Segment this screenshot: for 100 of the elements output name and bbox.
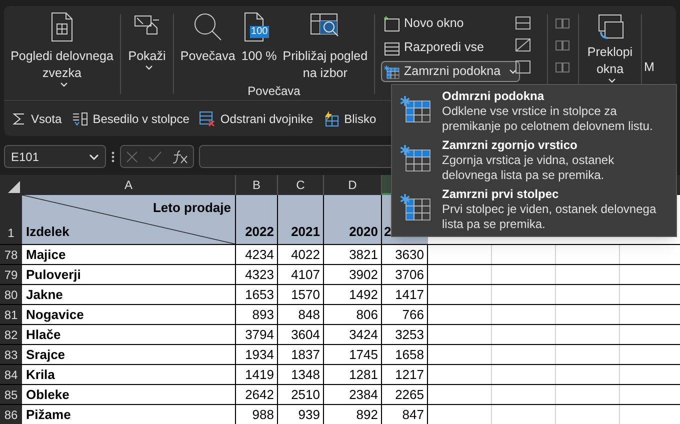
window-button[interactable]: Novo okno	[381, 13, 467, 34]
row-header[interactable]: 1	[0, 195, 22, 244]
table-cell: 1217	[382, 365, 428, 384]
product-cell: Majice	[22, 245, 236, 264]
row-header[interactable]: 82	[0, 325, 22, 344]
product-cell: Obleke	[22, 385, 236, 404]
split-columns-icon	[72, 112, 88, 126]
check-icon[interactable]	[148, 150, 162, 162]
product-cell: Srajce	[22, 345, 236, 364]
row-header[interactable]: 83	[0, 345, 22, 364]
table-cell: 1934	[236, 345, 278, 364]
zoom-button[interactable]: Povečava	[180, 12, 236, 82]
side-by-side-icon	[555, 60, 571, 74]
menu-item[interactable]: Zamrzni zgornjo vrstico Zgornja vrstica je vidna, ostanek delovnega lista pa se premika.	[392, 136, 676, 185]
table-cell: 806	[324, 305, 382, 324]
product-cell: Nogavice	[22, 305, 236, 324]
table-cell: 3794	[236, 325, 278, 344]
table-cell: 1658	[382, 345, 428, 364]
product-cell: Jakne	[22, 285, 236, 304]
quick-action-button[interactable]: Besedilo v stolpce	[72, 110, 190, 128]
new-window-icon	[384, 16, 400, 32]
menu-item-description: Prvi stolpec je viden, ostanek delovnega lista pa se premika.	[442, 202, 658, 232]
zoom-button[interactable]: 100 100 %	[241, 12, 277, 82]
table-cell: 4234	[236, 245, 278, 264]
row-header[interactable]: 85	[0, 385, 22, 404]
table-cell: 3902	[324, 265, 382, 284]
table-cell: 988	[236, 405, 278, 424]
table-cell: 1837	[278, 345, 324, 364]
table-cell: 2510	[278, 385, 324, 404]
workbook-views-button[interactable]: Pogledi delovnega zvezka	[4, 8, 120, 100]
quick-action-button[interactable]: Vsota	[12, 110, 62, 128]
magnifier-icon	[192, 12, 223, 42]
menu-item-title: Zamrzni zgornjo vrstico	[442, 138, 578, 153]
table-cell: 1745	[324, 345, 382, 364]
arrange-icon	[384, 40, 400, 56]
table-cell: 847	[382, 405, 428, 424]
table-cell: 1653	[236, 285, 278, 304]
table-cell: 1348	[278, 365, 324, 384]
menu-item-description: Odklene vse vrstice in stolpce za premikanje po celotnem delovnem listu.	[442, 104, 654, 134]
table-cell: 4022	[278, 245, 324, 264]
window-option-icon	[515, 38, 531, 52]
show-button[interactable]: Pokaži	[121, 8, 173, 100]
table-cell: 892	[324, 405, 382, 424]
menu-item-title: Zamrzni prvi stolpec	[442, 187, 560, 202]
year-cell: 2020	[324, 195, 382, 244]
row-header[interactable]: 81	[0, 305, 22, 324]
quick-action-button[interactable]: Blisko	[323, 110, 376, 128]
table-cell: 2642	[236, 385, 278, 404]
table-cell: 3821	[324, 245, 382, 264]
row-header[interactable]: 84	[0, 365, 22, 384]
column-label: Leto prodaje	[152, 199, 231, 217]
row-header[interactable]: 86	[0, 405, 22, 424]
select-all-icon[interactable]	[8, 181, 20, 193]
menu-item-title: Odmrzni podokna	[442, 89, 546, 104]
table-cell: 893	[236, 305, 278, 324]
table-cell: 1417	[382, 285, 428, 304]
row-header[interactable]: 78	[0, 245, 22, 264]
table-cell: 2384	[324, 385, 382, 404]
flash-fill-icon	[323, 110, 340, 126]
zoom-level-badge: 100	[250, 26, 269, 38]
year-cell: 2022	[236, 195, 278, 244]
row-header[interactable]: 80	[0, 285, 22, 304]
freeze-panes-icon	[400, 191, 432, 223]
zoom-button[interactable]: Približaj pogled na izbor	[282, 12, 368, 82]
product-cell: Pižame	[22, 405, 236, 424]
table-cell: 3604	[278, 325, 324, 344]
row-header[interactable]: 79	[0, 265, 22, 284]
more-icon	[111, 150, 115, 164]
table-cell: 3253	[382, 325, 428, 344]
chevron-icon	[89, 154, 99, 160]
name-box[interactable]: E101	[4, 145, 106, 168]
table-cell: 3630	[382, 245, 428, 264]
window-button[interactable]: Razporedi vse	[381, 37, 487, 58]
window-option-icon	[515, 16, 531, 30]
row-label: Izdelek	[26, 222, 70, 240]
group-label: Povečava	[248, 83, 300, 100]
menu-item-description: Zgornja vrstica je vidna, ostanek delovnega lista pa se premika.	[442, 153, 616, 183]
side-by-side-icon	[555, 16, 571, 30]
table-cell: 4107	[278, 265, 324, 284]
table-cell: 1281	[324, 365, 382, 384]
sigma-icon	[12, 112, 26, 126]
remove-duplicates-icon	[199, 110, 216, 126]
table-cell: 3706	[382, 265, 428, 284]
freeze-panes-icon	[384, 64, 400, 80]
quick-action-button[interactable]: Odstrani dvojnike	[199, 110, 314, 128]
product-cell: Puloverji	[22, 265, 236, 284]
product-cell: Hlače	[22, 325, 236, 344]
table-cell: 848	[278, 305, 324, 324]
table-cell: 4323	[236, 265, 278, 284]
table-cell: 1492	[324, 285, 382, 304]
table-cell: 2265	[382, 385, 428, 404]
table-cell: 3424	[324, 325, 382, 344]
table-cell: 939	[278, 405, 324, 424]
cancel-icon[interactable]	[126, 150, 138, 162]
window-button[interactable]: Zamrzni podokna	[381, 61, 520, 82]
function-icon[interactable]	[172, 150, 188, 164]
side-by-side-icon	[555, 38, 571, 52]
table-cell: 766	[382, 305, 428, 324]
year-cell: 2021	[278, 195, 324, 244]
table-cell: 1419	[236, 365, 278, 384]
